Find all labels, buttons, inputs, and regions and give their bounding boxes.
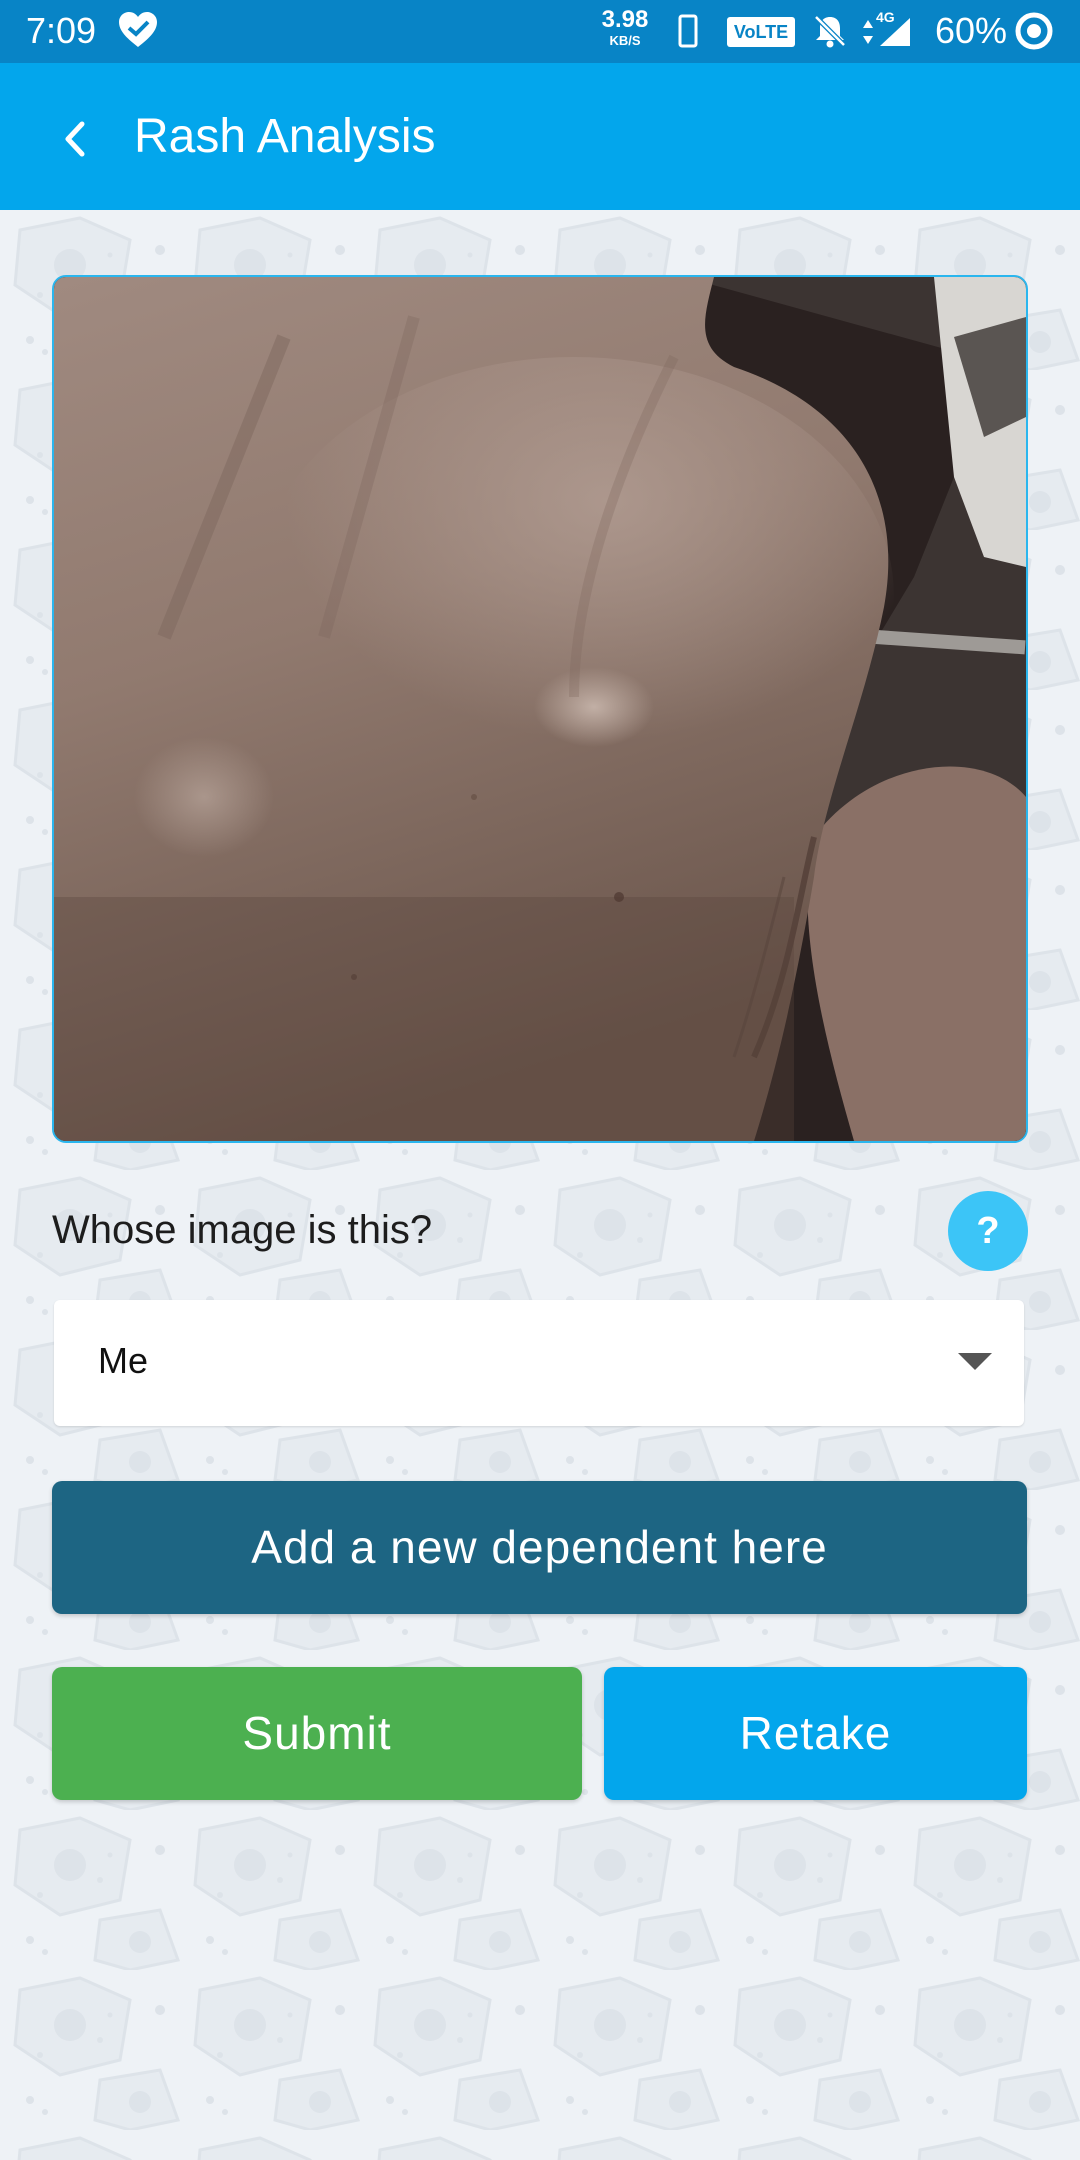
- bell-off-icon: [814, 15, 846, 48]
- skin-photo-image: [54, 277, 1026, 1141]
- status-bar: 7:09 3.98 KB/S VoLTE 4G 60%: [0, 0, 1080, 63]
- data-arrows-icon: [863, 20, 873, 44]
- add-dependent-button[interactable]: Add a new dependent here: [52, 1481, 1027, 1614]
- rash-photo: [52, 275, 1028, 1143]
- image-owner-select-value: Me: [98, 1340, 149, 1381]
- network-speed-unit: KB/S: [609, 33, 641, 48]
- submit-button[interactable]: Submit: [52, 1667, 582, 1800]
- retake-button[interactable]: Retake: [604, 1667, 1027, 1800]
- volte-badge: VoLTE: [727, 17, 795, 47]
- help-button[interactable]: ?: [948, 1191, 1028, 1271]
- battery-ring-icon: [1015, 12, 1053, 50]
- battery-percent: 60%: [935, 10, 1008, 51]
- caret-down-icon: [958, 1353, 992, 1370]
- app-bar: Rash Analysis: [0, 63, 1080, 210]
- heart-check-icon: [119, 12, 157, 47]
- page-title: Rash Analysis: [134, 110, 436, 163]
- whose-image-question: Whose image is this?: [52, 1208, 433, 1252]
- image-owner-select[interactable]: Me: [54, 1300, 1024, 1426]
- network-speed-value: 3.98: [601, 6, 649, 33]
- phone-outline-icon: [678, 14, 698, 48]
- signal-icon: [880, 18, 910, 46]
- back-button[interactable]: [44, 107, 108, 171]
- status-time: 7:09: [26, 10, 97, 51]
- help-icon: ?: [976, 1210, 1000, 1252]
- chevron-left-icon: [65, 121, 85, 157]
- network-speed: 3.98 KB/S: [598, 6, 652, 48]
